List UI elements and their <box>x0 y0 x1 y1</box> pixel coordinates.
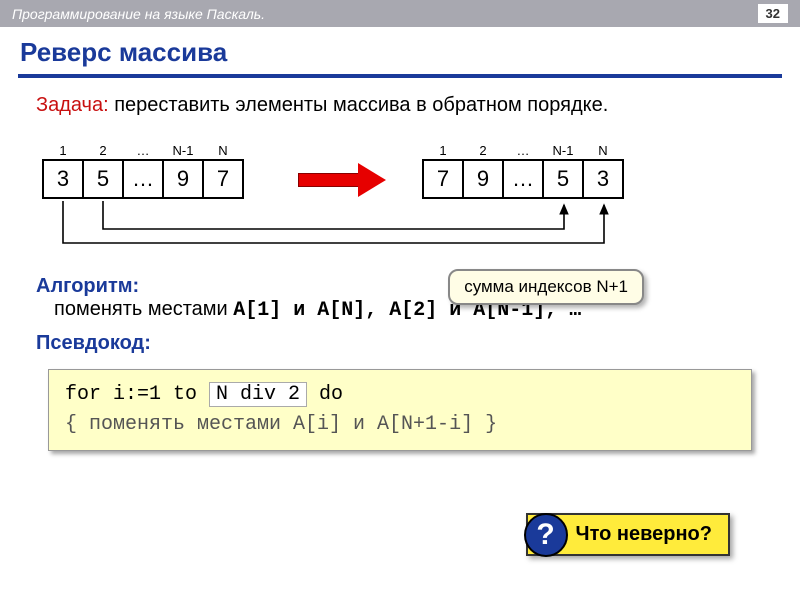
question-mark-icon: ? <box>524 513 568 557</box>
index-label: N <box>204 143 242 158</box>
index-label: N-1 <box>164 143 202 158</box>
page-number: 32 <box>758 4 788 23</box>
cell-value: 7 <box>437 166 449 192</box>
cell: N-19 <box>162 159 204 199</box>
code-text: for i:=1 to <box>65 383 209 406</box>
title-underline <box>18 74 782 78</box>
cell: N3 <box>582 159 624 199</box>
array-before: 13 25 …… N-19 N7 <box>42 159 244 199</box>
cell: N-15 <box>542 159 584 199</box>
cell-value: 3 <box>597 166 609 192</box>
cell-value: … <box>132 166 154 192</box>
task-label: Задача: <box>36 94 109 116</box>
slide-content: Задача: переставить элементы массива в о… <box>0 92 800 451</box>
cell: 17 <box>422 159 464 199</box>
code-text: do <box>307 383 343 406</box>
cell-value: 5 <box>557 166 569 192</box>
cell: …… <box>502 159 544 199</box>
cell: 13 <box>42 159 84 199</box>
cell-value: 9 <box>477 166 489 192</box>
question-text: Что неверно? <box>576 523 712 545</box>
pseudocode-label: Псевдокод: <box>36 332 151 354</box>
course-title: Программирование на языке Паскаль. <box>12 6 265 22</box>
cell-value: 7 <box>217 166 229 192</box>
pseudocode-label-line: Псевдокод: <box>36 332 764 355</box>
index-label: 2 <box>464 143 502 158</box>
index-label: 1 <box>44 143 82 158</box>
sum-note-box: сумма индексов N+1 <box>448 269 644 305</box>
arrow-right-icon <box>298 167 388 193</box>
algorithm-text-prefix: поменять местами <box>54 298 233 320</box>
index-label: … <box>504 143 542 158</box>
index-label: 2 <box>84 143 122 158</box>
slide-title: Реверс массива <box>0 27 800 74</box>
slide-header: Программирование на языке Паскаль. 32 <box>0 0 800 27</box>
question-callout: ? Что неверно? <box>526 513 730 556</box>
code-block: for i:=1 to N div 2 do { поменять местам… <box>48 369 752 451</box>
cell-value: 9 <box>177 166 189 192</box>
cell: …… <box>122 159 164 199</box>
algorithm-block: Алгоритм: поменять местами A[1] и A[N], … <box>36 275 764 322</box>
cell: 29 <box>462 159 504 199</box>
code-line-1: for i:=1 to N div 2 do <box>65 380 735 410</box>
cell-value: … <box>512 166 534 192</box>
cell-value: 5 <box>97 166 109 192</box>
index-label: 1 <box>424 143 462 158</box>
index-label: N-1 <box>544 143 582 158</box>
task-line: Задача: переставить элементы массива в о… <box>36 92 764 119</box>
algorithm-label: Алгоритм: <box>36 275 764 298</box>
algorithm-text: поменять местами A[1] и A[N], A[2] и A[N… <box>54 298 764 322</box>
array-diagram: 13 25 …… N-19 N7 17 29 …… N-15 N3 <box>42 137 764 257</box>
code-line-2: { поменять местами A[i] и A[N+1-i] } <box>65 410 735 440</box>
array-after: 17 29 …… N-15 N3 <box>422 159 624 199</box>
cell: N7 <box>202 159 244 199</box>
code-highlight: N div 2 <box>209 382 307 407</box>
cell-value: 3 <box>57 166 69 192</box>
task-text: переставить элементы массива в обратном … <box>109 94 609 116</box>
index-label: N <box>584 143 622 158</box>
cell: 25 <box>82 159 124 199</box>
index-label: … <box>124 143 162 158</box>
